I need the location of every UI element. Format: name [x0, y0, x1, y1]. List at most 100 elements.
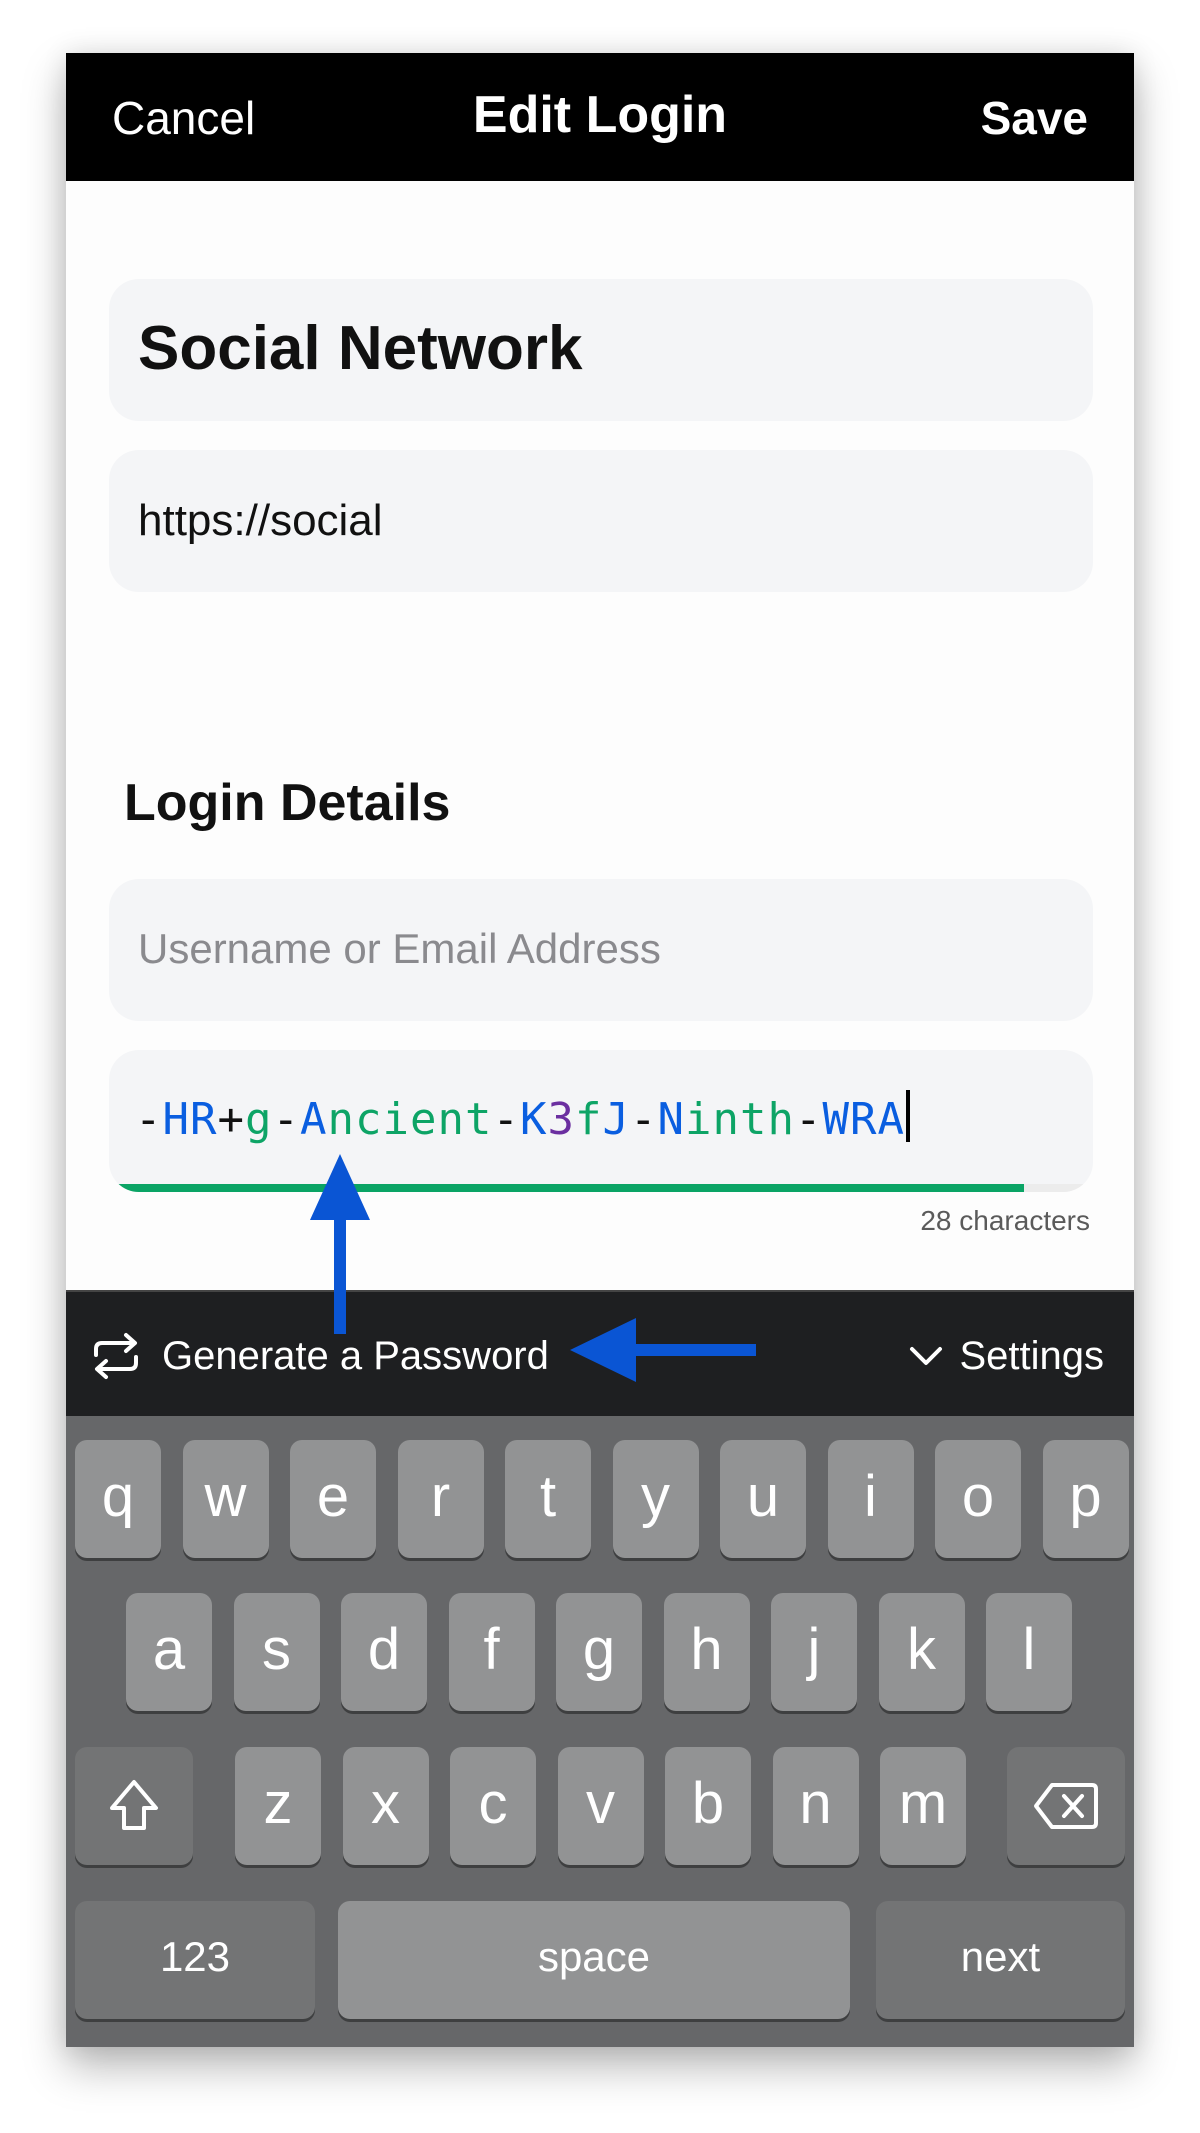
- password-char: -: [795, 1094, 823, 1145]
- key-label: z: [263, 1770, 293, 1836]
- annotation-arrow-up: [310, 1154, 370, 1334]
- password-strength-bar: [109, 1184, 1093, 1192]
- shift-key[interactable]: [75, 1747, 193, 1865]
- key-label: r: [430, 1463, 451, 1529]
- password-char: -: [630, 1094, 658, 1145]
- title-value: Social Network: [138, 314, 583, 383]
- key-q[interactable]: q: [75, 1440, 161, 1558]
- key-f[interactable]: f: [448, 1593, 535, 1711]
- key-h[interactable]: h: [663, 1593, 750, 1711]
- key-label: t: [539, 1463, 557, 1529]
- key-a[interactable]: a: [126, 1593, 212, 1711]
- username-field[interactable]: Username or Email Address: [109, 879, 1093, 1021]
- key-label: s: [262, 1616, 291, 1682]
- key-label: e: [316, 1463, 350, 1529]
- key-label: a: [152, 1616, 186, 1682]
- key-m[interactable]: m: [880, 1747, 966, 1865]
- key-label: j: [807, 1616, 821, 1682]
- password-char: n: [712, 1094, 740, 1145]
- key-r[interactable]: r: [397, 1440, 484, 1558]
- password-char: n: [327, 1094, 355, 1145]
- login-details-heading: Login Details: [124, 774, 451, 832]
- password-char: -: [272, 1094, 300, 1145]
- backspace-icon: [1034, 1783, 1098, 1829]
- key-t[interactable]: t: [505, 1440, 591, 1558]
- url-field[interactable]: https://social: [109, 450, 1093, 592]
- key-label: n: [799, 1770, 832, 1836]
- password-char: A: [300, 1094, 328, 1145]
- password-char: c: [355, 1094, 383, 1145]
- password-char: e: [410, 1094, 438, 1145]
- key-label: d: [367, 1616, 401, 1682]
- key-c[interactable]: c: [450, 1747, 536, 1865]
- key-label: f: [483, 1616, 500, 1682]
- key-e[interactable]: e: [290, 1440, 376, 1558]
- space-key[interactable]: space: [338, 1901, 850, 2019]
- password-char: R: [190, 1094, 218, 1145]
- text-cursor: [906, 1090, 910, 1142]
- save-button[interactable]: Save: [981, 91, 1088, 145]
- key-label: g: [582, 1616, 616, 1682]
- key-label: i: [864, 1463, 877, 1529]
- key-w[interactable]: w: [182, 1440, 269, 1558]
- title-field[interactable]: Social Network: [109, 279, 1093, 421]
- username-placeholder: Username or Email Address: [138, 925, 661, 972]
- phone-screen: Cancel Edit Login Save Social Network ht…: [66, 53, 1134, 2047]
- url-value: https://social: [138, 496, 383, 545]
- keyboard: 123 space next q w e r t y u i o p a s d f g h j k l z x c v b n…: [66, 1416, 1134, 2047]
- password-char: R: [850, 1094, 878, 1145]
- key-k[interactable]: k: [878, 1593, 965, 1711]
- key-n[interactable]: n: [772, 1747, 859, 1865]
- password-field[interactable]: -HR+g-Ancient-K3fJ-Ninth-WRA: [109, 1050, 1093, 1192]
- key-label: b: [691, 1770, 725, 1836]
- key-label: y: [641, 1463, 670, 1529]
- key-i[interactable]: i: [827, 1440, 914, 1558]
- key-o[interactable]: o: [935, 1440, 1021, 1558]
- password-char: t: [465, 1094, 493, 1145]
- key-label: o: [961, 1463, 995, 1529]
- key-z[interactable]: z: [235, 1747, 321, 1865]
- key-p[interactable]: p: [1042, 1440, 1129, 1558]
- key-u[interactable]: u: [720, 1440, 806, 1558]
- generate-password-label: Generate a Password: [162, 1333, 549, 1378]
- page-title: Edit Login: [472, 86, 728, 144]
- key-j[interactable]: j: [771, 1593, 857, 1711]
- key-d[interactable]: d: [341, 1593, 427, 1711]
- delete-key[interactable]: [1007, 1747, 1125, 1865]
- password-char: +: [217, 1094, 245, 1145]
- password-char: n: [437, 1094, 465, 1145]
- next-key-label: next: [960, 1933, 1041, 1980]
- key-label: x: [371, 1770, 400, 1836]
- key-v[interactable]: v: [557, 1747, 644, 1865]
- numbers-key[interactable]: 123: [75, 1901, 315, 2019]
- shift-arrow-icon: [110, 1780, 158, 1830]
- password-char: H: [162, 1094, 190, 1145]
- key-label: v: [586, 1770, 615, 1836]
- annotation-arrow-left: [570, 1318, 756, 1382]
- character-count: 28 characters: [920, 1205, 1090, 1236]
- key-g[interactable]: g: [556, 1593, 642, 1711]
- key-l[interactable]: l: [986, 1593, 1072, 1711]
- key-label: l: [1022, 1616, 1036, 1682]
- password-char: J: [602, 1094, 630, 1145]
- key-s[interactable]: s: [233, 1593, 320, 1711]
- key-label: k: [907, 1616, 936, 1682]
- key-b[interactable]: b: [665, 1747, 751, 1865]
- password-char: 3: [547, 1094, 575, 1145]
- password-value: -HR+g-Ancient-K3fJ-Ninth-WRA: [135, 1090, 910, 1145]
- key-label: m: [898, 1770, 948, 1836]
- password-char: -: [135, 1094, 163, 1145]
- key-y[interactable]: y: [612, 1440, 699, 1558]
- password-char: f: [575, 1094, 603, 1145]
- next-key[interactable]: next: [876, 1901, 1125, 2019]
- key-x[interactable]: x: [342, 1747, 429, 1865]
- settings-label: Settings: [959, 1333, 1104, 1378]
- numbers-key-label: 123: [159, 1933, 231, 1980]
- password-char: A: [877, 1094, 905, 1145]
- password-char: h: [767, 1094, 795, 1145]
- password-char: i: [382, 1094, 410, 1145]
- key-label: q: [101, 1463, 135, 1529]
- key-label: w: [204, 1463, 247, 1529]
- settings-button[interactable]: Settings: [909, 1326, 1104, 1386]
- key-label: u: [746, 1463, 780, 1529]
